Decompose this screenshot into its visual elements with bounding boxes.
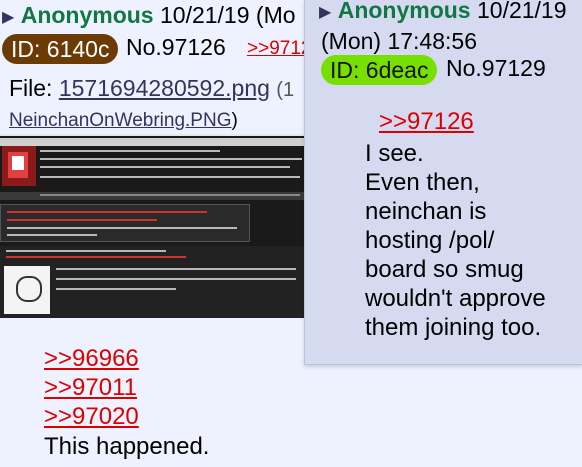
body-line: them joining too. [365,314,542,341]
body-line: I see. [365,140,424,167]
poster-id-badge[interactable]: ID: 6deac [321,55,438,85]
quote-link-1[interactable]: >>96966 [44,345,139,373]
body-line: board so smug [365,256,524,283]
poster-name: Anonymous [337,0,471,23]
file-orig-paren: ) [231,110,238,131]
post-date: 10/21/19 (Mo [159,2,296,28]
post-header: ▶ Anonymous 10/21/19 [317,0,567,24]
file-original-link[interactable]: NeinchanOnWebring.PNG [9,110,231,131]
post-menu-arrow-icon[interactable]: ▶ [319,2,331,22]
post-menu-arrow-icon[interactable]: ▶ [2,7,14,27]
thumb-image-1 [2,146,36,186]
post-header: ▶ Anonymous 10/21/19 (Mo [0,2,296,38]
post-body: I see. Even then, neinchan is hosting /p… [365,139,546,342]
post-body: This happened. [44,433,210,460]
thumb-reply-1 [0,204,250,242]
poster-id-badge[interactable]: ID: 6140c [2,34,119,64]
thumb-reply-2 [0,246,304,318]
post-number[interactable]: No.97126 [126,34,226,61]
poster-name: Anonymous [20,2,154,28]
post-date: 10/21/19 [476,0,567,23]
body-line: hosting /pol/ [365,227,495,254]
file-meta: (1 [276,79,295,101]
quote-link-3[interactable]: >>97020 [44,403,139,431]
post-time: (Mon) 17:48:56 [321,28,477,54]
file-original-name: NeinchanOnWebring.PNG) [9,110,238,132]
thumb-image-2 [4,266,50,314]
body-line: wouldn't approve [365,285,546,312]
quote-link[interactable]: >>97126 [379,108,474,136]
post-number[interactable]: No.97129 [446,55,546,82]
thumb-topbar [0,134,304,136]
quote-link-2[interactable]: >>97011 [44,374,137,402]
file-info: File: 1571694280592.png (1 [9,75,294,102]
body-line: neinchan is [365,198,487,225]
body-line: Even then, [365,169,480,196]
backlink[interactable]: >>9712 [247,38,311,60]
post-image-thumbnail[interactable] [0,134,304,318]
file-label: File: [9,75,53,101]
thumb-header [0,138,304,146]
post-97129-hover-preview: ▶ Anonymous 10/21/19 (Mon) 17:48:56 ID: … [304,0,582,365]
file-link[interactable]: 1571694280592.png [59,75,270,101]
